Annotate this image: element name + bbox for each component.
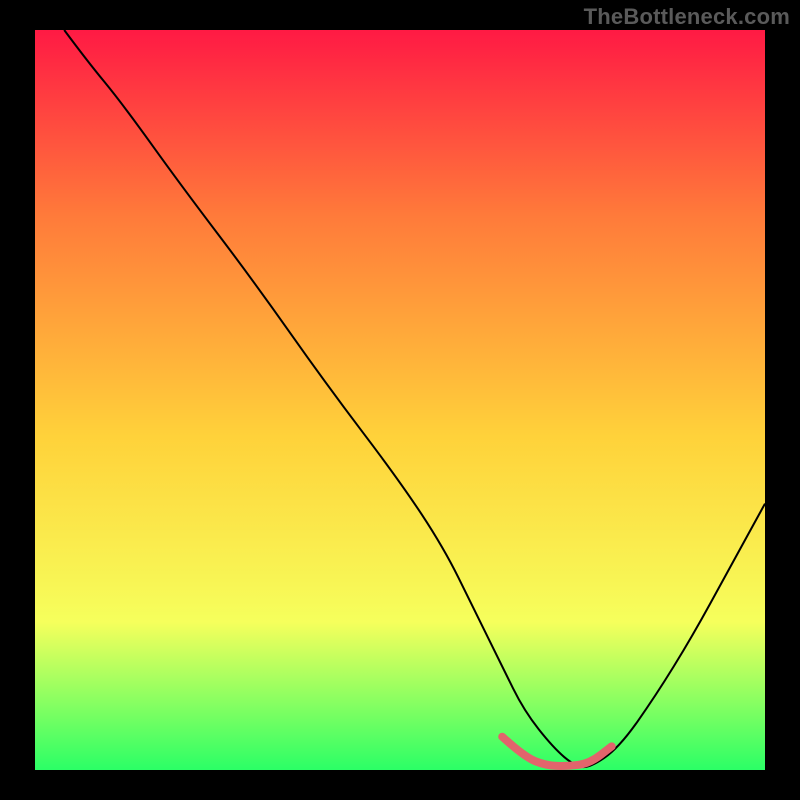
plot-background — [35, 30, 765, 770]
chart-frame: TheBottleneck.com — [0, 0, 800, 800]
bottleneck-chart — [0, 0, 800, 800]
